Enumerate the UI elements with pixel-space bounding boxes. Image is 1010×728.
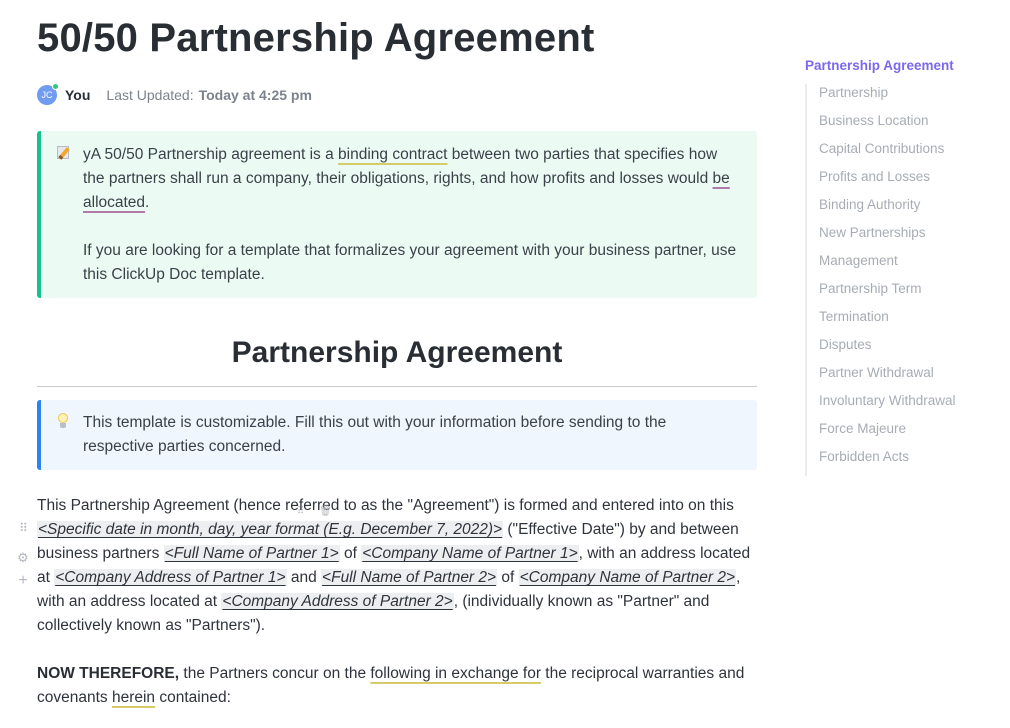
intro-text: yA 50/50 Partnership agreement is a [83, 146, 339, 163]
toc-item-profits-and-losses[interactable]: Profits and Losses [819, 168, 1010, 196]
placeholder-partner1-address[interactable]: <Company Address of Partner 1> [54, 569, 287, 586]
paragraph-text: This Partnership Agreement (hence referr… [37, 497, 734, 514]
last-updated-label: Last Updated: [106, 87, 194, 103]
divider [37, 386, 757, 387]
tip-text: This template is customizable. Fill this… [83, 414, 667, 455]
paragraph-text: contained: [155, 689, 231, 706]
table-of-contents: Partnership Agreement Partnership Busine… [805, 56, 1010, 476]
document-meta: JC You Last Updated: Today at 4:25 pm [37, 83, 312, 106]
agreement-paragraph[interactable]: This Partnership Agreement (hence referr… [37, 494, 762, 638]
toc-item-capital-contributions[interactable]: Capital Contributions [819, 140, 1010, 168]
section-heading[interactable]: Partnership Agreement [37, 336, 757, 370]
paragraph-text: and [286, 569, 322, 586]
toc-item-management[interactable]: Management [819, 252, 1010, 280]
drag-handle-icon[interactable]: ⠿ [17, 522, 29, 534]
toc-heading-partnership-agreement[interactable]: Partnership Agreement [805, 56, 1010, 76]
paragraph-text: the Partners concur on the [179, 665, 371, 682]
intro-paragraph-2: If you are looking for a template that f… [83, 242, 737, 283]
lightbulb-icon [57, 413, 68, 434]
intro-callout[interactable]: yA 50/50 Partnership agreement is a bind… [37, 131, 757, 298]
avatar[interactable]: JC [37, 83, 59, 105]
toc-item-involuntary-withdrawal[interactable]: Involuntary Withdrawal [819, 392, 1010, 420]
toc-item-new-partnerships[interactable]: New Partnerships [819, 224, 1010, 252]
tip-callout[interactable]: This template is customizable. Fill this… [37, 400, 757, 470]
placeholder-partner1-company[interactable]: <Company Name of Partner 1> [361, 545, 579, 562]
placeholder-partner2-name[interactable]: <Full Name of Partner 2> [321, 569, 498, 586]
toc-item-disputes[interactable]: Disputes [819, 336, 1010, 364]
drag-icon[interactable]: ⠿ [297, 506, 304, 517]
toc-item-business-location[interactable]: Business Location [819, 112, 1010, 140]
trash-icon[interactable]: 🗑 [319, 506, 332, 517]
toc-item-partnership-term[interactable]: Partnership Term [819, 280, 1010, 308]
toc-item-partnership[interactable]: Partnership [819, 84, 1010, 112]
comment-highlight-herein[interactable]: herein [112, 689, 155, 706]
placeholder-partner2-company[interactable]: <Company Name of Partner 2> [518, 569, 737, 586]
toc-item-binding-authority[interactable]: Binding Authority [819, 196, 1010, 224]
gear-icon[interactable]: ⚙ [17, 550, 29, 566]
toc-item-force-majeure[interactable]: Force Majeure [819, 420, 1010, 448]
comment-highlight-binding-contract[interactable]: binding contract [338, 146, 447, 163]
toc-item-termination[interactable]: Termination [819, 308, 1010, 336]
paragraph-text: of [497, 569, 519, 586]
add-block-icon[interactable]: + [17, 572, 29, 590]
memo-icon [57, 145, 72, 165]
toc-list: Partnership Business Location Capital Co… [805, 84, 1010, 476]
comment-highlight-following[interactable]: following in exchange for [370, 665, 541, 682]
avatar-initials: JC [41, 90, 53, 100]
toc-item-partner-withdrawal[interactable]: Partner Withdrawal [819, 364, 1010, 392]
placeholder-partner1-name[interactable]: <Full Name of Partner 1> [163, 545, 340, 562]
online-status-icon [52, 83, 59, 90]
paragraph-text: of [339, 545, 362, 562]
author-name: You [65, 87, 91, 103]
inline-hover-tools: ⠿ 🗑 [297, 506, 344, 517]
intro-paragraph: yA 50/50 Partnership agreement is a bind… [83, 143, 737, 215]
intro-text: . [145, 194, 150, 211]
now-therefore-paragraph[interactable]: NOW THEREFORE, the Partners concur on th… [37, 662, 762, 710]
last-updated-value: Today at 4:25 pm [198, 87, 312, 103]
document-title[interactable]: 50/50 Partnership Agreement [37, 16, 594, 61]
toc-item-forbidden-acts[interactable]: Forbidden Acts [819, 448, 1010, 476]
now-therefore-bold: NOW THEREFORE, [37, 665, 180, 682]
placeholder-partner2-address[interactable]: <Company Address of Partner 2> [221, 593, 454, 610]
placeholder-effective-date[interactable]: <Specific date in month, day, year forma… [37, 521, 504, 538]
